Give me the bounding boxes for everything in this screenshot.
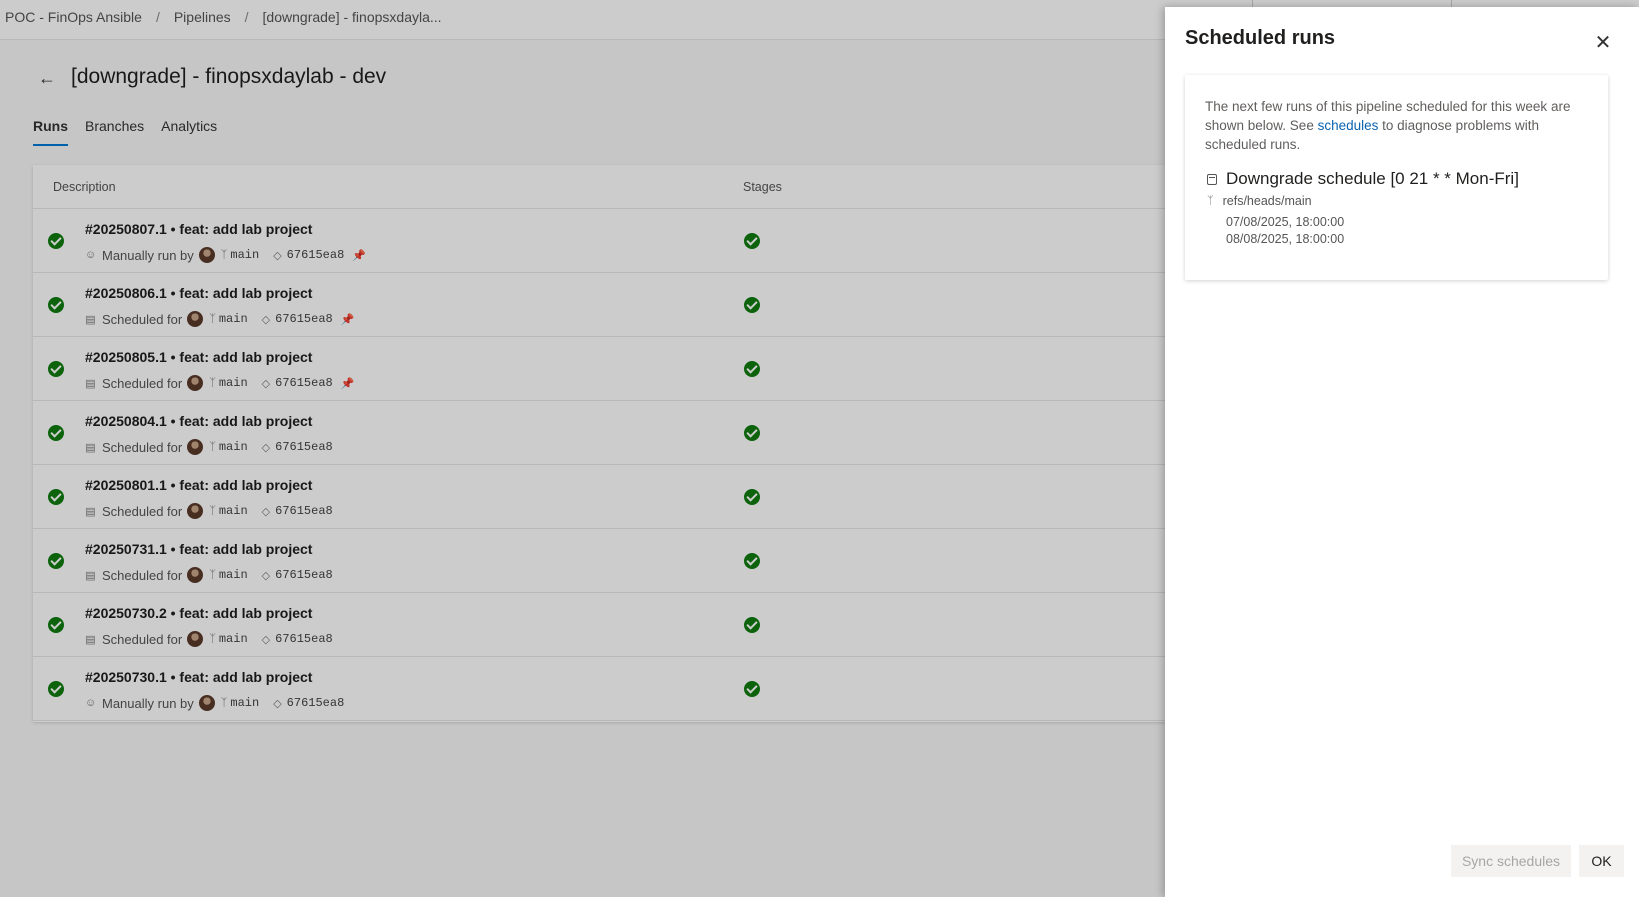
ok-button[interactable]: OK <box>1579 845 1624 877</box>
schedule-name: Downgrade schedule [0 21 * * Mon-Fri] <box>1226 169 1519 188</box>
schedule-time: 08/08/2025, 18:00:00 <box>1226 232 1345 246</box>
sync-schedules-button[interactable]: Sync schedules <box>1451 845 1571 877</box>
scheduled-runs-panel: Scheduled runs ✕ The next few runs of th… <box>1165 7 1639 897</box>
calendar-icon <box>1207 173 1217 185</box>
schedules-link[interactable]: schedules <box>1318 118 1379 133</box>
schedule-name-row: Downgrade schedule [0 21 * * Mon-Fri] <box>1207 169 1519 189</box>
schedule-ref-row: ᛉ refs/heads/main <box>1207 194 1312 208</box>
schedule-time: 07/08/2025, 18:00:00 <box>1226 215 1345 229</box>
schedule-ref: refs/heads/main <box>1222 194 1312 208</box>
branch-icon: ᛉ <box>1207 195 1214 207</box>
schedule-description: The next few runs of this pipeline sched… <box>1205 97 1595 154</box>
schedule-card: The next few runs of this pipeline sched… <box>1185 75 1608 280</box>
panel-title: Scheduled runs <box>1185 27 1336 49</box>
close-icon[interactable]: ✕ <box>1589 29 1617 57</box>
